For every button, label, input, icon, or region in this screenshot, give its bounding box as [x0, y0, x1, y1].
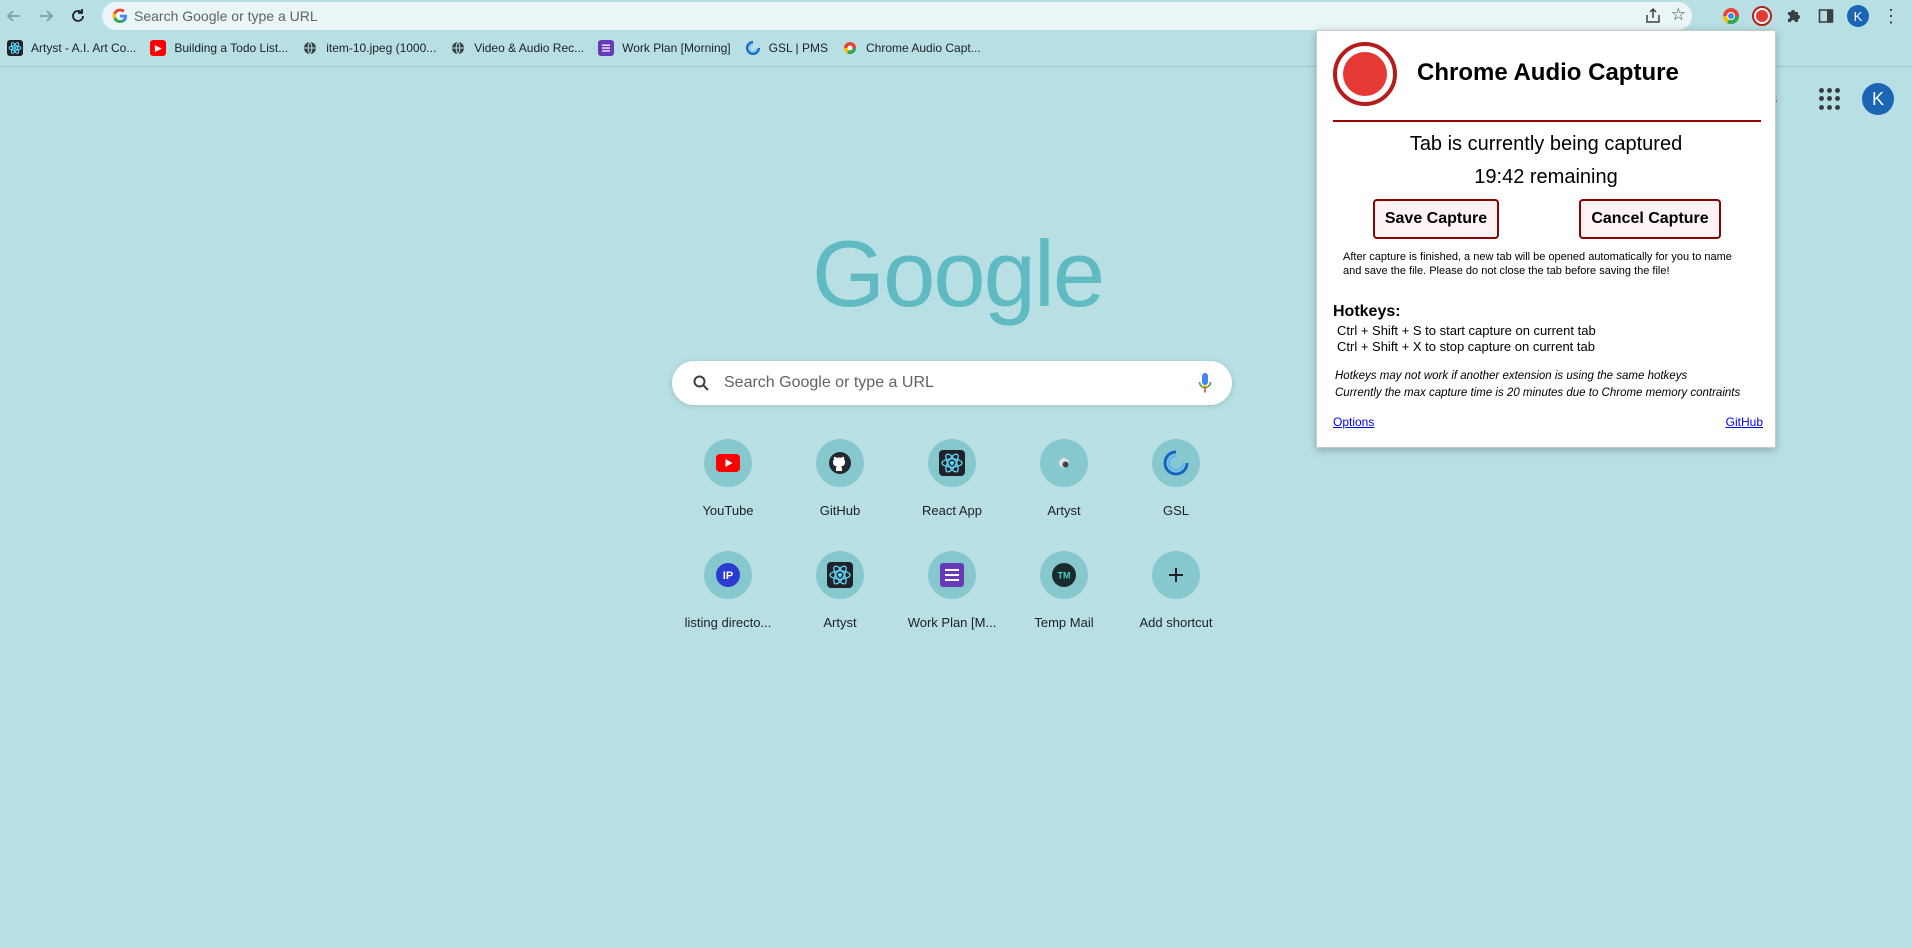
- globe-icon: [450, 40, 466, 56]
- capture-status: Tab is currently being captured: [1409, 133, 1683, 155]
- extensions-puzzle-icon[interactable]: [1783, 5, 1805, 27]
- react-icon: [7, 40, 23, 56]
- browser-toolbar: Search Google or type a URL ☆ K ⋮: [0, 0, 1912, 32]
- bookmark-item[interactable]: Work Plan [Morning]: [591, 34, 738, 62]
- shortcut-label: React App: [922, 503, 982, 518]
- options-link[interactable]: Options: [1333, 415, 1374, 429]
- extension-chrome-icon[interactable]: [1720, 5, 1742, 27]
- bookmark-star-icon[interactable]: ☆: [1671, 5, 1686, 25]
- shortcut-tile[interactable]: GitHub: [784, 439, 896, 551]
- google-g-icon: [112, 8, 127, 23]
- react-icon: [928, 439, 976, 487]
- svg-text:TM: TM: [1058, 571, 1071, 581]
- microphone-icon[interactable]: [1198, 372, 1212, 394]
- back-button[interactable]: [2, 4, 26, 28]
- side-panel-icon[interactable]: [1815, 5, 1837, 27]
- save-capture-button[interactable]: Save Capture: [1373, 199, 1499, 239]
- github-icon: [816, 439, 864, 487]
- shortcut-tile[interactable]: GSL: [1120, 439, 1232, 551]
- bookmark-label: GSL | PMS: [768, 41, 828, 55]
- shortcut-label: Artyst: [1047, 503, 1081, 518]
- bookmark-item[interactable]: ▶ Building a Todo List...: [143, 34, 295, 62]
- shortcut-tile[interactable]: Artyst: [1008, 439, 1120, 551]
- google-logo: Google: [812, 221, 1105, 326]
- shortcut-tile[interactable]: IP listing directo...: [672, 551, 784, 663]
- bookmark-label: Building a Todo List...: [174, 41, 289, 55]
- plus-icon: [1152, 551, 1200, 599]
- reload-icon: [72, 9, 84, 22]
- react-icon: [816, 551, 864, 599]
- profile-avatar[interactable]: K: [1862, 83, 1894, 115]
- shortcut-label: GitHub: [819, 503, 861, 518]
- hotkey-start-text: Ctrl + Shift + S to start capture on cur…: [1337, 323, 1596, 338]
- forms-icon: [928, 551, 976, 599]
- bookmark-item[interactable]: Artyst - A.I. Art Co...: [0, 34, 143, 62]
- popup-divider: [1333, 120, 1761, 122]
- search-placeholder: Search Google or type a URL: [724, 374, 934, 391]
- audio-capture-popup: Chrome Audio Capture Tab is currently be…: [1316, 30, 1776, 448]
- shortcut-label: YouTube: [702, 503, 754, 518]
- bookmark-label: Video & Audio Rec...: [474, 41, 585, 55]
- hotkey-note: Hotkeys may not work if another extensio…: [1335, 370, 1688, 382]
- shortcut-tile[interactable]: Artyst: [784, 551, 896, 663]
- shortcut-label: Temp Mail: [1034, 615, 1094, 630]
- bookmark-item[interactable]: GSL | PMS: [738, 34, 835, 62]
- arrow-left-icon: [6, 10, 20, 22]
- ntp-search-box[interactable]: Search Google or type a URL: [672, 361, 1232, 405]
- github-link[interactable]: GitHub: [1726, 415, 1763, 429]
- shortcut-label: listing directo...: [684, 615, 772, 630]
- shortcut-label: Work Plan [M...: [907, 615, 997, 630]
- hotkeys-heading: Hotkeys:: [1333, 303, 1401, 320]
- shortcut-tile[interactable]: Work Plan [M...: [896, 551, 1008, 663]
- shortcut-tile[interactable]: TM Temp Mail: [1008, 551, 1120, 663]
- forms-icon: [598, 40, 615, 56]
- shortcut-label: Artyst: [823, 615, 857, 630]
- popup-title: Chrome Audio Capture: [1417, 59, 1679, 86]
- capture-info-text: After capture is finished, a new tab wil…: [1343, 251, 1732, 277]
- youtube-icon: ▶: [150, 40, 167, 56]
- gsl-icon: [1152, 439, 1200, 487]
- profile-avatar-small[interactable]: K: [1847, 5, 1869, 27]
- shortcut-label: GSL: [1162, 503, 1189, 518]
- bookmark-label: Artyst - A.I. Art Co...: [31, 41, 137, 55]
- bookmark-label: item-10.jpeg (1000...: [326, 41, 437, 55]
- hotkey-stop-text: Ctrl + Shift + X to stop capture on curr…: [1337, 339, 1595, 354]
- arrow-right-icon: [40, 10, 54, 22]
- artyst-icon: [1040, 439, 1088, 487]
- svg-text:IP: IP: [723, 570, 733, 582]
- browser-menu-icon[interactable]: ⋮: [1881, 4, 1901, 28]
- shortcut-tile[interactable]: YouTube: [672, 439, 784, 551]
- extension-audio-capture-icon[interactable]: [1751, 5, 1773, 27]
- bookmark-item[interactable]: item-10.jpeg (1000...: [295, 34, 443, 62]
- google-apps-icon[interactable]: [1819, 88, 1841, 110]
- bookmark-label: Work Plan [Morning]: [622, 41, 731, 55]
- reload-button[interactable]: [66, 4, 90, 28]
- bookmark-item[interactable]: Chrome Audio Capt...: [835, 34, 988, 62]
- bookmark-label: Chrome Audio Capt...: [866, 41, 981, 55]
- bookmark-item[interactable]: Video & Audio Rec...: [443, 34, 591, 62]
- gsl-icon: [745, 40, 761, 56]
- max-time-note: Currently the max capture time is 20 min…: [1335, 387, 1741, 399]
- address-bar-placeholder: Search Google or type a URL: [134, 8, 318, 24]
- time-remaining: 19:42 remaining: [1474, 166, 1618, 188]
- cancel-capture-button[interactable]: Cancel Capture: [1579, 199, 1721, 239]
- chrome-icon: [842, 40, 858, 56]
- search-icon: [693, 375, 709, 391]
- ip-icon: IP: [704, 551, 752, 599]
- forward-button[interactable]: [34, 4, 58, 28]
- share-icon[interactable]: [1644, 7, 1662, 25]
- shortcut-tile[interactable]: React App: [896, 439, 1008, 551]
- globe-icon: [302, 40, 318, 56]
- tempmail-icon: TM: [1040, 551, 1088, 599]
- add-shortcut-tile[interactable]: Add shortcut: [1120, 551, 1232, 663]
- record-icon: [1333, 42, 1397, 106]
- shortcut-label: Add shortcut: [1139, 615, 1213, 630]
- address-bar[interactable]: Search Google or type a URL ☆: [102, 2, 1692, 30]
- youtube-icon: [704, 439, 752, 487]
